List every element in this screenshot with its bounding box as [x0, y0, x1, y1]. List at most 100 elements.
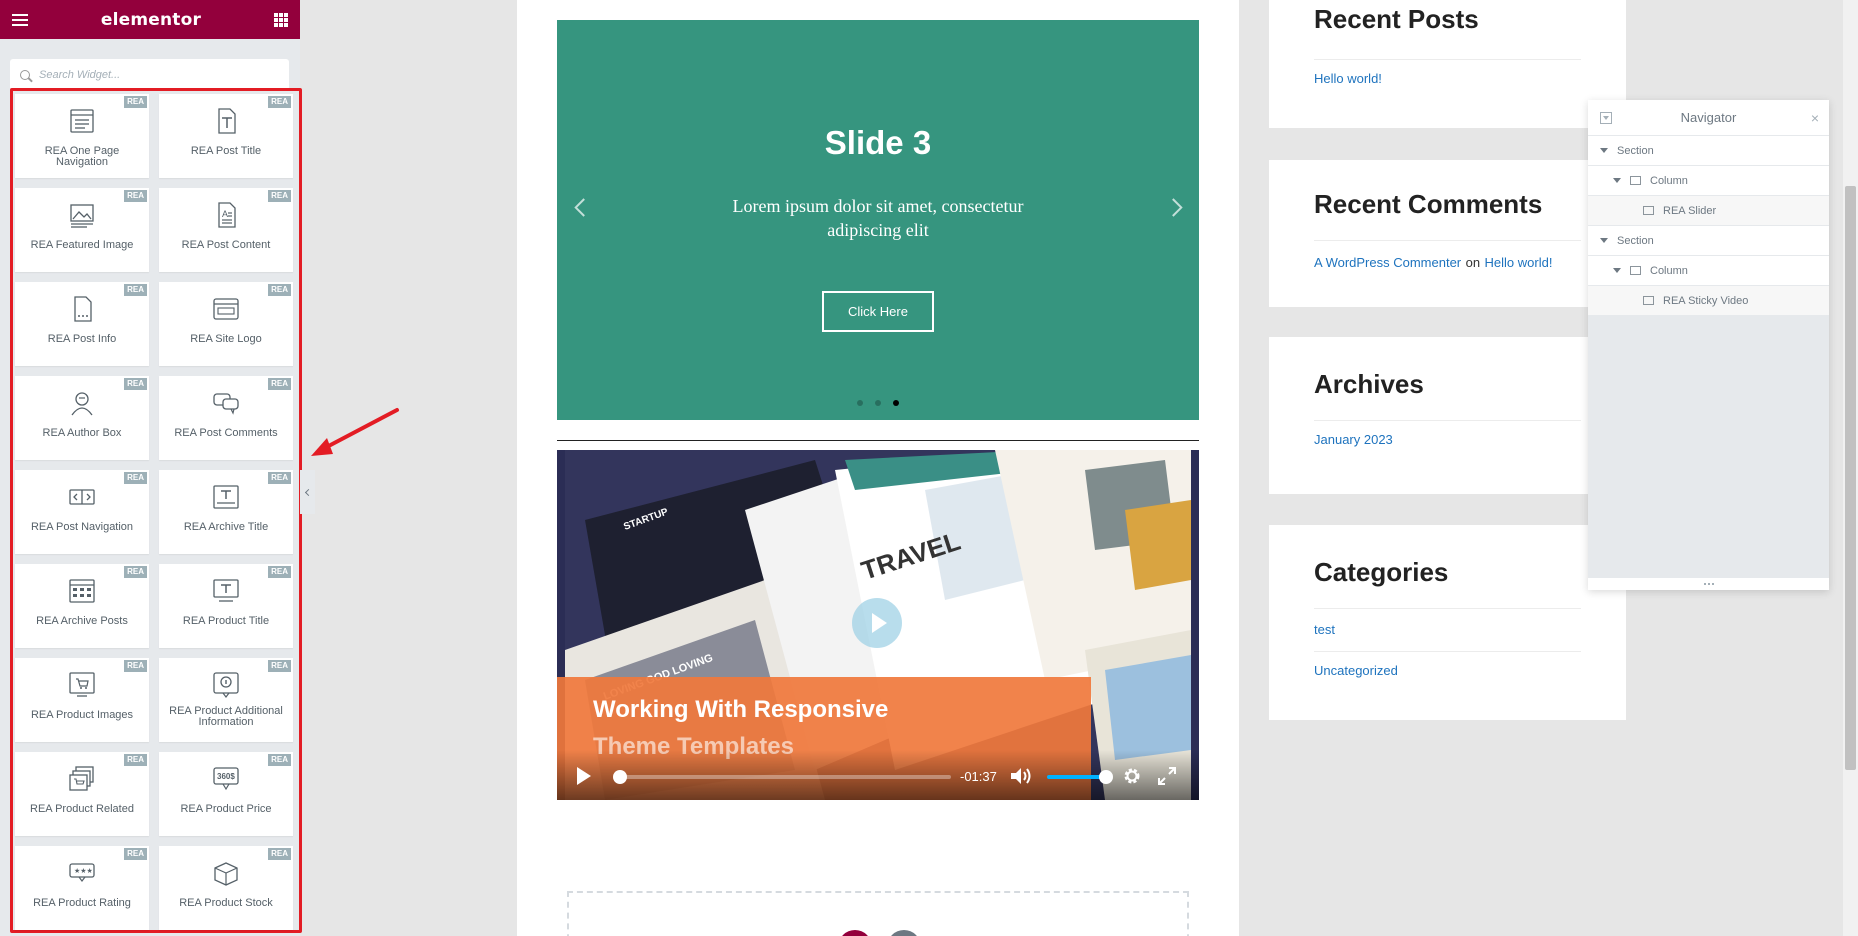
widget-archive-posts[interactable]: REA REA Archive Posts: [15, 564, 149, 648]
navigator-item-label: REA Sticky Video: [1663, 294, 1749, 307]
archive-link[interactable]: January 2023: [1314, 432, 1393, 447]
slider-dot-1[interactable]: [857, 400, 863, 406]
widget-post-comments[interactable]: REA REA Post Comments: [159, 376, 293, 460]
rea-badge: REA: [124, 472, 147, 484]
widget-featured-image[interactable]: REA REA Featured Image: [15, 188, 149, 272]
categories-title: Categories: [1314, 557, 1449, 587]
widget-post-content[interactable]: REA A REA Post Content: [159, 188, 293, 272]
menu-icon[interactable]: [12, 13, 28, 26]
close-icon[interactable]: ×: [1811, 110, 1819, 126]
product-stock-icon: [211, 858, 241, 888]
widgets-grid-icon[interactable]: [273, 12, 288, 27]
widget-product-related[interactable]: REA REA Product Related: [15, 752, 149, 836]
caret-down-icon[interactable]: [1600, 238, 1608, 243]
volume-slider[interactable]: [1047, 770, 1113, 784]
navigator-toggle-icon[interactable]: [1600, 112, 1612, 124]
recent-comments-title: Recent Comments: [1314, 189, 1543, 219]
widget-post-info[interactable]: REA REA Post Info: [15, 282, 149, 366]
add-section-dropzone[interactable]: [567, 891, 1189, 936]
volume-icon[interactable]: [1010, 767, 1032, 785]
slider-dot-3[interactable]: [893, 400, 899, 406]
rea-badge: REA: [268, 96, 291, 108]
widget-author-box[interactable]: REA REA Author Box: [15, 376, 149, 460]
widget-label: REA Product Additional Information: [169, 705, 283, 728]
post-info-icon: [67, 294, 97, 324]
widget-label: REA Product Title: [182, 615, 270, 627]
recent-comments-widget: Recent Comments A WordPress Commenter on…: [1269, 160, 1626, 307]
settings-gear-icon[interactable]: [1123, 767, 1141, 785]
widget-label: REA Post Content: [181, 239, 271, 251]
rea-badge: REA: [268, 754, 291, 766]
collapse-panel-button[interactable]: [300, 470, 315, 514]
rea-badge: REA: [268, 284, 291, 296]
widget-label: REA Post Navigation: [30, 521, 134, 533]
rea-badge: REA: [268, 566, 291, 578]
caret-down-icon[interactable]: [1613, 178, 1621, 183]
element-icon: [1643, 296, 1654, 305]
widget-product-rating[interactable]: REA ★★★ REA Product Rating: [15, 846, 149, 930]
rea-badge: REA: [124, 190, 147, 202]
rea-badge: REA: [268, 848, 291, 860]
fullscreen-icon[interactable]: [1158, 767, 1176, 785]
product-title-icon: [211, 576, 241, 606]
scrollbar-thumb[interactable]: [1845, 186, 1856, 770]
svg-text:★★★: ★★★: [74, 867, 93, 875]
rea-sticky-video: TRAVEL LOVING GOD LOVING STARTUP Working…: [557, 450, 1199, 800]
resize-grip-icon: [1703, 583, 1714, 585]
widget-label: REA Archive Posts: [36, 615, 128, 627]
slider-dot-2[interactable]: [875, 400, 881, 406]
page-scrollbar[interactable]: [1843, 0, 1858, 936]
widget-label: REA One Page Navigation: [44, 145, 120, 168]
widget-label: REA Product Stock: [179, 897, 273, 909]
post-content-icon: A: [211, 200, 241, 230]
navigator-item[interactable]: REA Sticky Video: [1588, 286, 1829, 316]
category-link[interactable]: Uncategorized: [1314, 663, 1398, 678]
navigator-item[interactable]: REA Slider: [1588, 196, 1829, 226]
recent-post-link[interactable]: Hello world!: [1314, 71, 1382, 86]
comment-post-link[interactable]: Hello world!: [1485, 255, 1553, 270]
widget-archive-title[interactable]: REA REA Archive Title: [159, 470, 293, 554]
search-widget-input[interactable]: [39, 68, 279, 81]
widget-product-additional-info[interactable]: REA REA Product Additional Information: [159, 658, 293, 742]
progress-knob[interactable]: [613, 770, 627, 784]
navigator-resize-handle[interactable]: [1588, 578, 1829, 590]
navigator-item[interactable]: Section: [1588, 226, 1829, 256]
category-link[interactable]: test: [1314, 622, 1335, 637]
play-icon[interactable]: [577, 767, 591, 785]
navigator-panel: Navigator × Section Column REA Slider Secti…: [1588, 100, 1829, 590]
slide-click-here-button[interactable]: Click Here: [822, 291, 934, 332]
recent-posts-title: Recent Posts: [1314, 4, 1479, 34]
widget-product-price[interactable]: REA 360$ REA Product Price: [159, 752, 293, 836]
widget-product-title[interactable]: REA REA Product Title: [159, 564, 293, 648]
comment-author-link[interactable]: A WordPress Commenter: [1314, 255, 1461, 270]
widget-product-images[interactable]: REA REA Product Images: [15, 658, 149, 742]
widget-one-page-nav[interactable]: REA REA One Page Navigation: [15, 94, 149, 178]
navigator-item[interactable]: Column: [1588, 166, 1829, 196]
panel-header: elementor: [0, 0, 300, 39]
video-progress-bar[interactable]: [613, 770, 951, 784]
search-icon: [20, 69, 30, 80]
widget-post-navigation[interactable]: REA REA Post Navigation: [15, 470, 149, 554]
element-icon: [1630, 176, 1641, 185]
rea-badge: REA: [268, 472, 291, 484]
navigator-item-label: Section: [1617, 234, 1654, 247]
widget-label: REA Archive Title: [183, 521, 269, 533]
archives-title: Archives: [1314, 369, 1424, 399]
video-play-overlay-button[interactable]: [852, 598, 902, 648]
volume-knob[interactable]: [1099, 770, 1113, 784]
caret-down-icon[interactable]: [1613, 268, 1621, 273]
navigator-item-label: Column: [1650, 264, 1688, 277]
rea-badge: REA: [124, 96, 147, 108]
navigator-item[interactable]: Section: [1588, 136, 1829, 166]
widget-product-stock[interactable]: REA REA Product Stock: [159, 846, 293, 930]
widget-label: REA Author Box: [42, 427, 122, 439]
svg-text:360$: 360$: [217, 772, 235, 781]
navigator-item[interactable]: Column: [1588, 256, 1829, 286]
featured-image-icon: [67, 200, 97, 230]
widget-post-title[interactable]: REA REA Post Title: [159, 94, 293, 178]
post-comments-icon: [211, 388, 241, 418]
widget-site-logo[interactable]: REA REA Site Logo: [159, 282, 293, 366]
rea-badge: REA: [268, 378, 291, 390]
widget-label: REA Post Info: [47, 333, 117, 345]
caret-down-icon[interactable]: [1600, 148, 1608, 153]
